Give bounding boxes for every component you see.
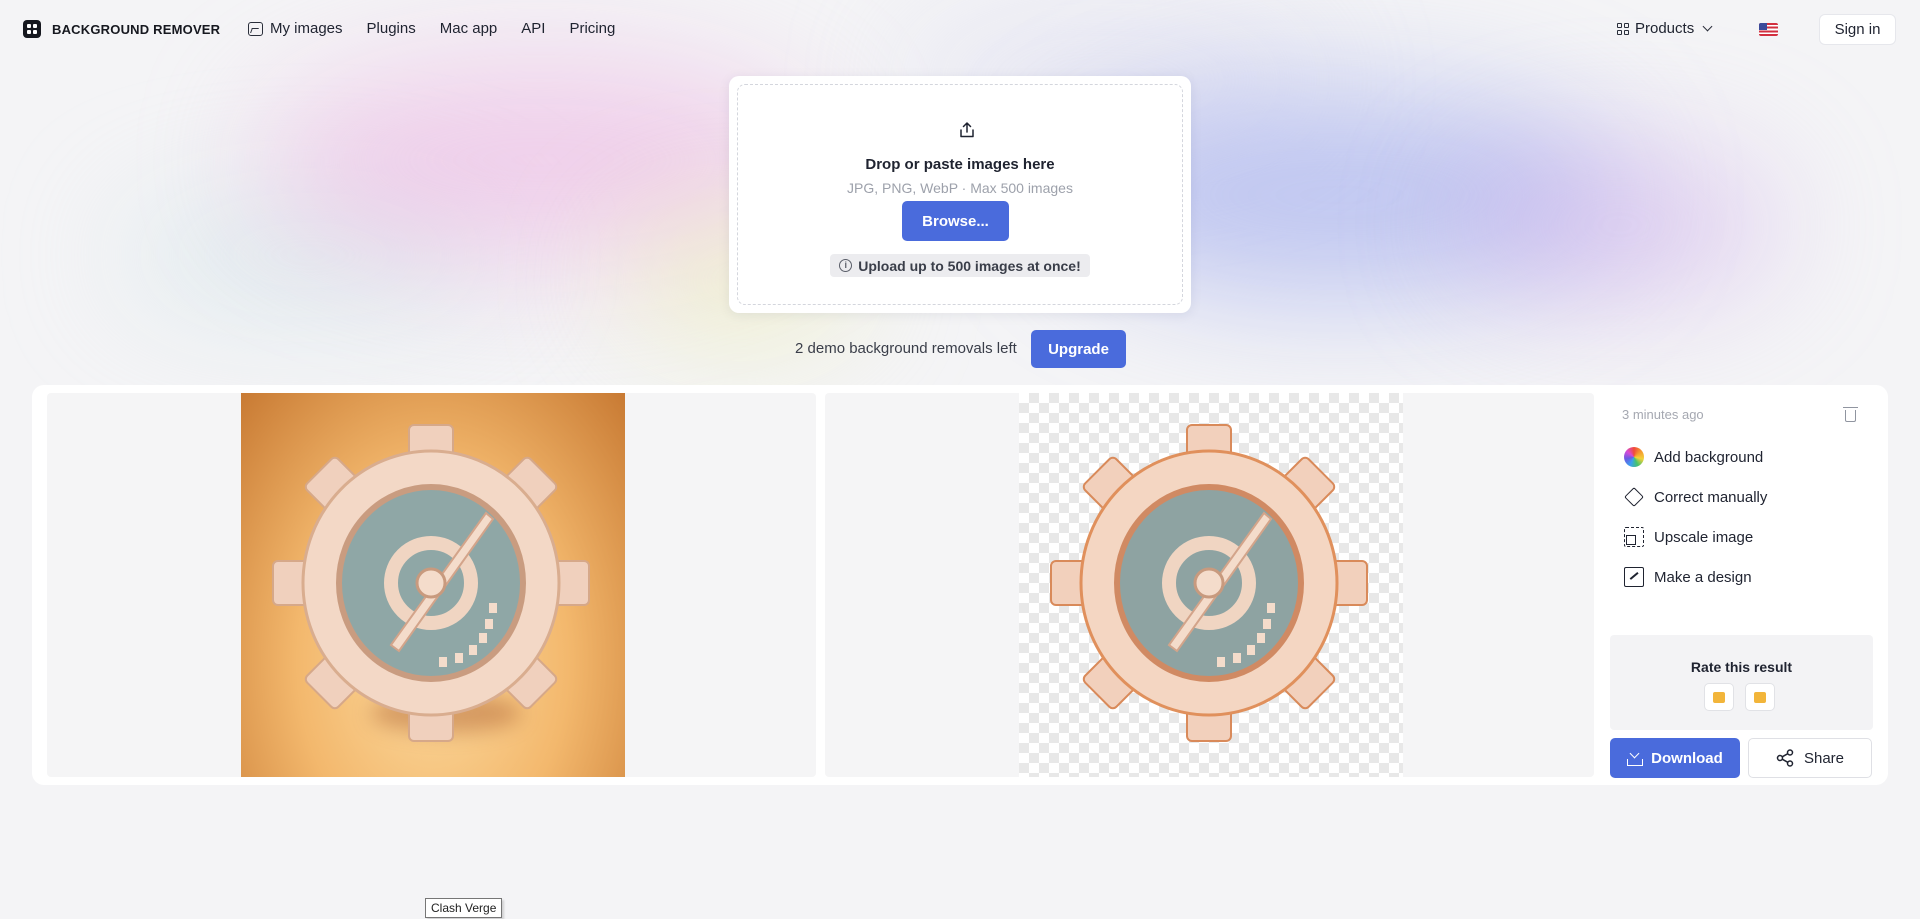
color-wheel-icon (1624, 447, 1644, 467)
logo[interactable]: BACKGROUND REMOVER (23, 20, 220, 38)
logo-icon (23, 20, 41, 38)
nav-pricing[interactable]: Pricing (569, 20, 615, 37)
nav-label: Pricing (569, 20, 616, 37)
thumbs-up-icon (1713, 691, 1725, 703)
action-label: Add background (1654, 448, 1764, 466)
info-icon: i (839, 259, 853, 272)
nav-my-images[interactable]: My images (248, 20, 343, 37)
upscale-icon (1624, 527, 1644, 547)
rate-title: Rate this result (1690, 659, 1793, 675)
upload-info-pill: i Upload up to 500 images at once! (830, 254, 1090, 277)
share-button[interactable]: Share (1748, 738, 1872, 778)
dropzone-title: Drop or paste images here (865, 156, 1055, 173)
thumbs-down-icon (1754, 691, 1766, 703)
top-header: BACKGROUND REMOVER My images Plugins Mac… (0, 0, 1920, 60)
upload-icon (960, 122, 974, 138)
upload-info-label: Upload up to 500 images at once! (858, 257, 1081, 274)
share-label: Share (1803, 749, 1845, 767)
system-tooltip: Clash Verge (425, 898, 503, 918)
gear-illustration-cutout (1050, 424, 1368, 742)
upload-card: Drop or paste images here JPG, PNG, WebP… (729, 76, 1191, 313)
eraser-icon (1624, 487, 1644, 507)
upscale-image-button[interactable]: Upscale image (1624, 527, 1753, 547)
thumbs-up-button[interactable] (1704, 683, 1734, 711)
share-icon (1776, 749, 1794, 767)
correct-manually-button[interactable]: Correct manually (1624, 487, 1767, 507)
design-icon (1624, 567, 1644, 587)
gear-illustration (272, 424, 590, 742)
nav-mac-app[interactable]: Mac app (440, 20, 498, 37)
make-a-design-button[interactable]: Make a design (1624, 567, 1752, 587)
image-icon (248, 21, 263, 36)
nav-label: My images (270, 20, 343, 37)
nav-plugins[interactable]: Plugins (367, 20, 416, 37)
thumbs-down-button[interactable] (1745, 683, 1775, 711)
logo-text: BACKGROUND REMOVER (52, 21, 221, 37)
result-image-pane (825, 393, 1594, 777)
chevron-down-icon (1702, 21, 1713, 32)
trash-icon[interactable] (1843, 407, 1858, 422)
background-removed-image[interactable] (1019, 393, 1403, 777)
browse-button[interactable]: Browse... (902, 201, 1009, 241)
original-image[interactable] (241, 393, 625, 777)
sign-in-button[interactable]: Sign in (1819, 14, 1896, 45)
demo-removals-text: 2 demo background removals left (795, 340, 1017, 357)
products-dropdown[interactable]: Products (1617, 20, 1713, 37)
nav-label: API (521, 20, 546, 37)
main-nav: My images Plugins Mac app API Pricing (248, 20, 639, 37)
grid-icon (1617, 22, 1629, 35)
us-flag-icon[interactable] (1759, 23, 1778, 36)
upgrade-button[interactable]: Upgrade (1031, 330, 1126, 368)
download-label: Download (1651, 749, 1723, 767)
nav-label: Plugins (366, 20, 416, 37)
add-background-button[interactable]: Add background (1624, 447, 1763, 467)
result-timestamp: 3 minutes ago (1622, 407, 1704, 422)
dropzone-subtitle: JPG, PNG, WebP · Max 500 images (847, 180, 1073, 196)
rate-result-box: Rate this result (1610, 635, 1873, 730)
action-label: Make a design (1654, 568, 1752, 586)
background-gradient-violet (1460, 150, 1780, 300)
download-icon (1627, 750, 1644, 766)
action-label: Correct manually (1654, 488, 1768, 506)
nav-label: Mac app (439, 20, 498, 37)
original-image-pane (47, 393, 816, 777)
action-label: Upscale image (1654, 528, 1754, 546)
nav-api[interactable]: API (521, 20, 545, 37)
background-gradient-cyan (120, 200, 500, 310)
download-button[interactable]: Download (1610, 738, 1740, 778)
products-label: Products (1635, 20, 1695, 37)
